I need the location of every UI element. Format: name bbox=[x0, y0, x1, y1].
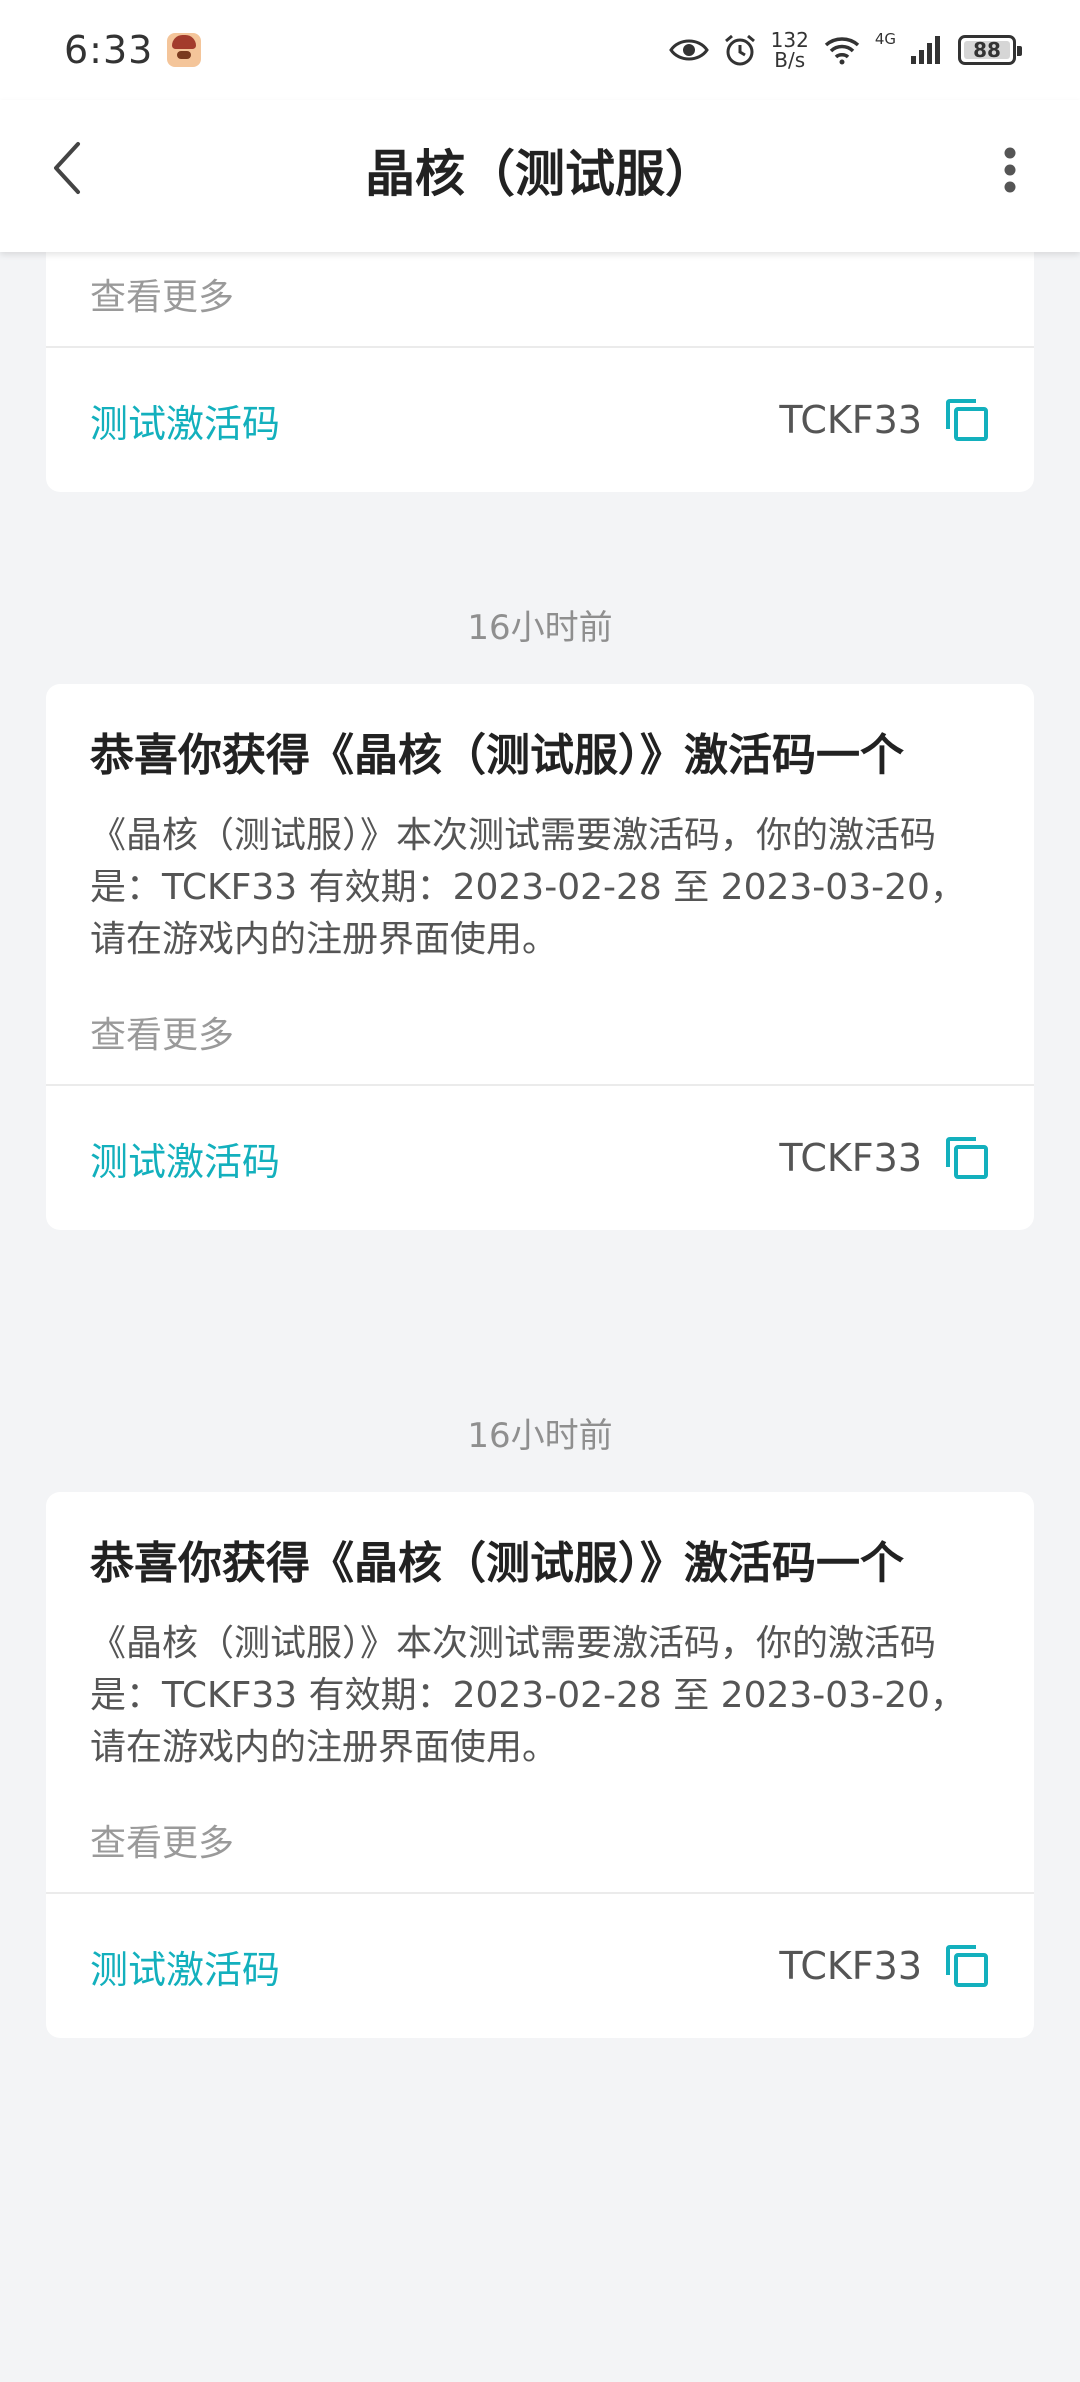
message-body: 《晶核（测试服）》本次测试需要激活码，你的激活码是：TCKF33 有效期：202… bbox=[90, 1623, 966, 1768]
network-type: 4G bbox=[874, 30, 896, 48]
activation-code-value: TCKF33 bbox=[779, 398, 922, 442]
activation-code-value: TCKF33 bbox=[779, 1944, 922, 1988]
message-title: 恭喜你获得《晶核（测试服）》激活码一个 bbox=[90, 730, 904, 781]
message-card: 恭喜你获得《晶核（测试服）》激活码一个 《晶核（测试服）》本次测试需要激活码，你… bbox=[46, 1492, 1034, 2038]
network-speed-unit: B/s bbox=[774, 48, 806, 72]
network-speed-value: 132 bbox=[770, 28, 809, 52]
status-time: 6:33 bbox=[64, 28, 154, 72]
see-more-link[interactable]: 查看更多 bbox=[90, 1010, 990, 1084]
notification-avatar-icon bbox=[167, 33, 202, 67]
more-vertical-icon bbox=[1004, 147, 1016, 193]
activation-code-group: TCKF33 bbox=[779, 397, 990, 443]
timestamp: 16小时前 bbox=[467, 1416, 613, 1456]
wifi-icon bbox=[824, 37, 859, 65]
activation-code-group: TCKF33 bbox=[779, 1135, 990, 1181]
alarm-icon bbox=[724, 34, 755, 66]
message-card: 查看更多 测试激活码 TCKF33 bbox=[46, 252, 1034, 492]
see-more-link[interactable]: 查看更多 bbox=[90, 1818, 990, 1892]
message-body: 《晶核（测试服）》本次测试需要激活码，你的激活码是：TCKF33 有效期：202… bbox=[90, 815, 966, 960]
copy-icon[interactable] bbox=[944, 1943, 990, 1989]
copy-icon[interactable] bbox=[944, 1135, 990, 1181]
battery-icon: 88 bbox=[958, 35, 1022, 65]
activation-code-label[interactable]: 测试激活码 bbox=[90, 1939, 280, 1994]
copy-icon[interactable] bbox=[944, 397, 990, 443]
message-list[interactable]: 查看更多 测试激活码 TCKF33 16小时前 恭喜你获得《晶核（测试服）》激活… bbox=[0, 252, 1080, 2382]
status-right: 132 B/s 4G 88 bbox=[668, 30, 1022, 70]
page-title: 晶核（测试服） bbox=[365, 145, 715, 203]
battery-level: 88 bbox=[973, 38, 1001, 62]
timestamp: 16小时前 bbox=[467, 608, 613, 648]
network-speed: 132 B/s bbox=[771, 30, 809, 70]
status-left: 6:33 bbox=[64, 28, 202, 72]
see-more-link[interactable]: 查看更多 bbox=[90, 272, 990, 324]
app-bar: 晶核（测试服） bbox=[0, 100, 1080, 252]
eye-icon bbox=[668, 39, 709, 61]
card-footer: 测试激活码 TCKF33 bbox=[46, 348, 1034, 492]
card-footer: 测试激活码 TCKF33 bbox=[46, 1894, 1034, 2038]
activation-code-value: TCKF33 bbox=[779, 1136, 922, 1180]
message-card: 恭喜你获得《晶核（测试服）》激活码一个 《晶核（测试服）》本次测试需要激活码，你… bbox=[46, 684, 1034, 1230]
status-bar: 6:33 132 B/s 4G 88 bbox=[0, 0, 1080, 100]
signal-icon bbox=[911, 36, 940, 64]
more-options-button[interactable] bbox=[980, 140, 1040, 200]
activation-code-label[interactable]: 测试激活码 bbox=[90, 393, 280, 448]
message-title: 恭喜你获得《晶核（测试服）》激活码一个 bbox=[90, 1538, 904, 1589]
activation-code-label[interactable]: 测试激活码 bbox=[90, 1131, 280, 1186]
activation-code-group: TCKF33 bbox=[779, 1943, 990, 1989]
card-footer: 测试激活码 TCKF33 bbox=[46, 1086, 1034, 1230]
